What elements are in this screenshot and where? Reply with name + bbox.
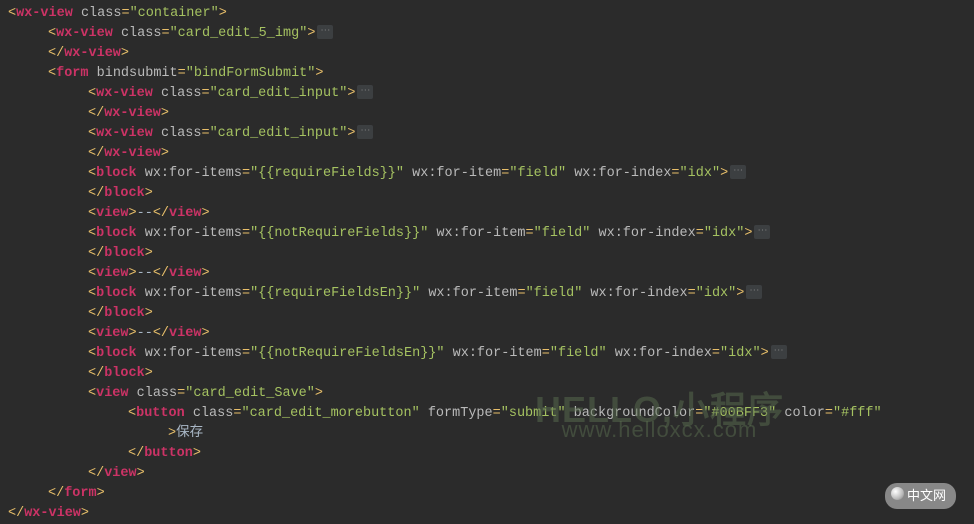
code-line: </wx-view> (8, 44, 966, 64)
fold-icon[interactable]: ⋯ (357, 125, 373, 139)
code-line: <wx-view class="card_edit_input">⋯ (8, 124, 966, 144)
code-line: <block wx:for-items="{{requireFields}}" … (8, 164, 966, 184)
code-line: </wx-view> (8, 144, 966, 164)
fold-icon[interactable]: ⋯ (771, 345, 787, 359)
code-line: <view>--</view> (8, 264, 966, 284)
code-line: <block wx:for-items="{{notRequireFields}… (8, 224, 966, 244)
code-line: </form> (8, 484, 966, 504)
code-line: <view>--</view> (8, 324, 966, 344)
site-badge: 中文网 (885, 483, 956, 509)
code-line: </button> (8, 444, 966, 464)
code-line: <wx-view class="container"> (8, 4, 966, 24)
fold-icon[interactable]: ⋯ (746, 285, 762, 299)
code-line: <wx-view class="card_edit_5_img">⋯ (8, 24, 966, 44)
code-line: </view> (8, 464, 966, 484)
code-editor[interactable]: <wx-view class="container"> <wx-view cla… (8, 4, 966, 524)
code-line: <form bindsubmit="bindFormSubmit"> (8, 64, 966, 84)
code-line: </wx-view> (8, 104, 966, 124)
fold-icon[interactable]: ⋯ (357, 85, 373, 99)
code-line: <block wx:for-items="{{requireFieldsEn}}… (8, 284, 966, 304)
badge-label: 中文网 (907, 488, 946, 503)
code-line: </block> (8, 304, 966, 324)
fold-icon[interactable]: ⋯ (730, 165, 746, 179)
code-line: </block> (8, 184, 966, 204)
code-line: <view class="card_edit_Save"> (8, 384, 966, 404)
code-line: </wx-view> (8, 504, 966, 524)
fold-icon[interactable]: ⋯ (754, 225, 770, 239)
code-line: >保存 (8, 424, 966, 444)
code-line: </block> (8, 364, 966, 384)
code-line: </block> (8, 244, 966, 264)
code-line: <button class="card_edit_morebutton" for… (8, 404, 966, 424)
code-line: <wx-view class="card_edit_input">⋯ (8, 84, 966, 104)
code-line: <view>--</view> (8, 204, 966, 224)
code-line: <block wx:for-items="{{notRequireFieldsE… (8, 344, 966, 364)
fold-icon[interactable]: ⋯ (317, 25, 333, 39)
